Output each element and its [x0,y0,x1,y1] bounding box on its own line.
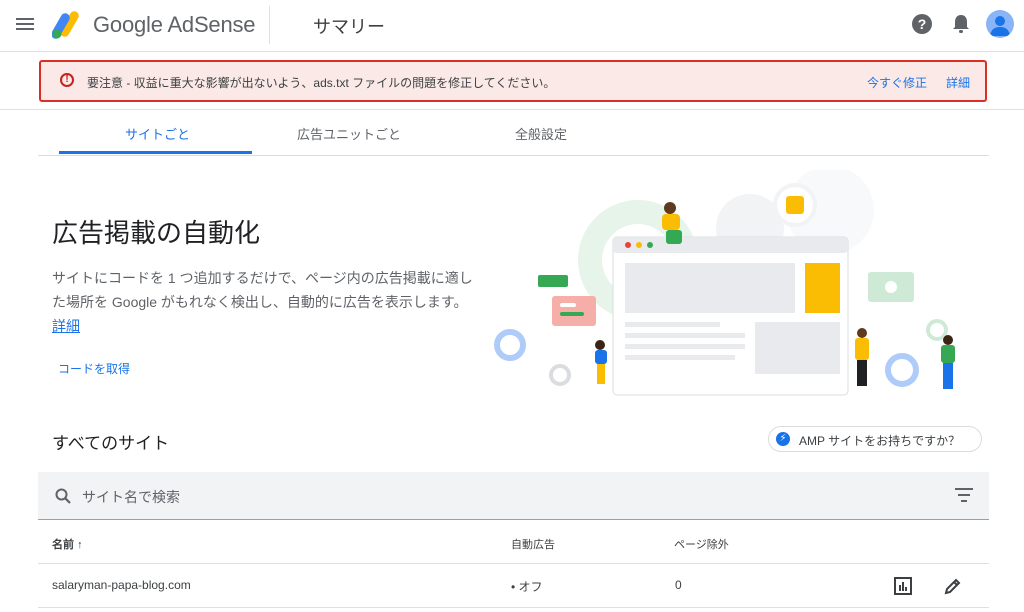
bell-icon[interactable] [951,13,971,35]
site-search-input[interactable] [80,483,884,511]
page-exclusions-cell: 0 [675,578,682,592]
error-icon: ! [60,73,74,87]
all-sites-heading: すべてのサイト [52,434,170,453]
alert-details-link[interactable]: 詳細 [946,74,970,91]
search-icon [55,488,71,504]
auto-ads-illustration [494,170,955,396]
site-name-cell: salaryman-papa-blog.com [52,578,191,592]
header-divider [269,6,270,44]
table-row: salaryman-papa-blog.com • オフ 0 [38,564,989,608]
menu-icon[interactable] [16,15,34,37]
sort-arrow-icon: ↑ [77,539,83,551]
fix-now-link[interactable]: 今すぐ修正 [867,74,927,91]
column-page-exclusions: ページ除外 [674,539,729,551]
tab-by-ad-unit[interactable]: 広告ユニットごと [297,124,401,143]
amp-sites-chip[interactable]: ⚡ AMP サイトをお持ちですか？ [768,426,982,452]
column-name[interactable]: 名前 ↑ [52,536,83,552]
filter-icon[interactable] [955,488,973,502]
sites-table-header: 名前 ↑ 自動広告 ページ除外 [38,521,989,564]
get-code-button[interactable]: コードを取得 [58,360,130,377]
page-title: サマリー [313,17,385,37]
tab-by-site[interactable]: サイトごと [125,124,190,143]
brand-name: Google AdSense [93,12,256,37]
hero-description: サイトにコードを 1 つ追加するだけで、ページ内の広告掲載に適した場所を Goo… [52,266,477,338]
bolt-icon: ⚡ [776,432,790,446]
tab-bar: サイトごと 広告ユニットごと 全般設定 [38,112,989,156]
hero-title: 広告掲載の自動化 [52,218,261,248]
hero-details-link[interactable]: 詳細 [52,318,80,334]
top-app-bar: Google AdSense サマリー ? [0,0,1024,52]
adsense-logo-icon [52,11,79,39]
avatar[interactable] [986,10,1014,38]
edit-pencil-icon[interactable] [943,576,963,596]
ads-txt-alert: ! 要注意 - 収益に重大な影響が出ないよう、ads.txt ファイルの問題を修… [39,60,987,102]
alert-region: ! 要注意 - 収益に重大な影響が出ないよう、ads.txt ファイルの問題を修… [0,52,1024,110]
column-name-label: 名前 [52,539,74,551]
tab-general-settings[interactable]: 全般設定 [515,124,567,143]
auto-ads-status: • オフ [511,580,543,594]
column-auto-ads: 自動広告 [511,539,555,551]
report-icon[interactable] [893,576,913,596]
help-icon[interactable]: ? [912,14,932,34]
avatar-icon [990,16,1010,36]
active-tab-indicator [59,151,252,154]
hero-description-text: サイトにコードを 1 つ追加するだけで、ページ内の広告掲載に適した場所を Goo… [52,270,473,310]
amp-chip-label: AMP サイトをお持ちですか？ [799,434,961,448]
site-search-bar [38,472,989,520]
alert-message: 要注意 - 収益に重大な影響が出ないよう、ads.txt ファイルの問題を修正し… [87,76,556,90]
